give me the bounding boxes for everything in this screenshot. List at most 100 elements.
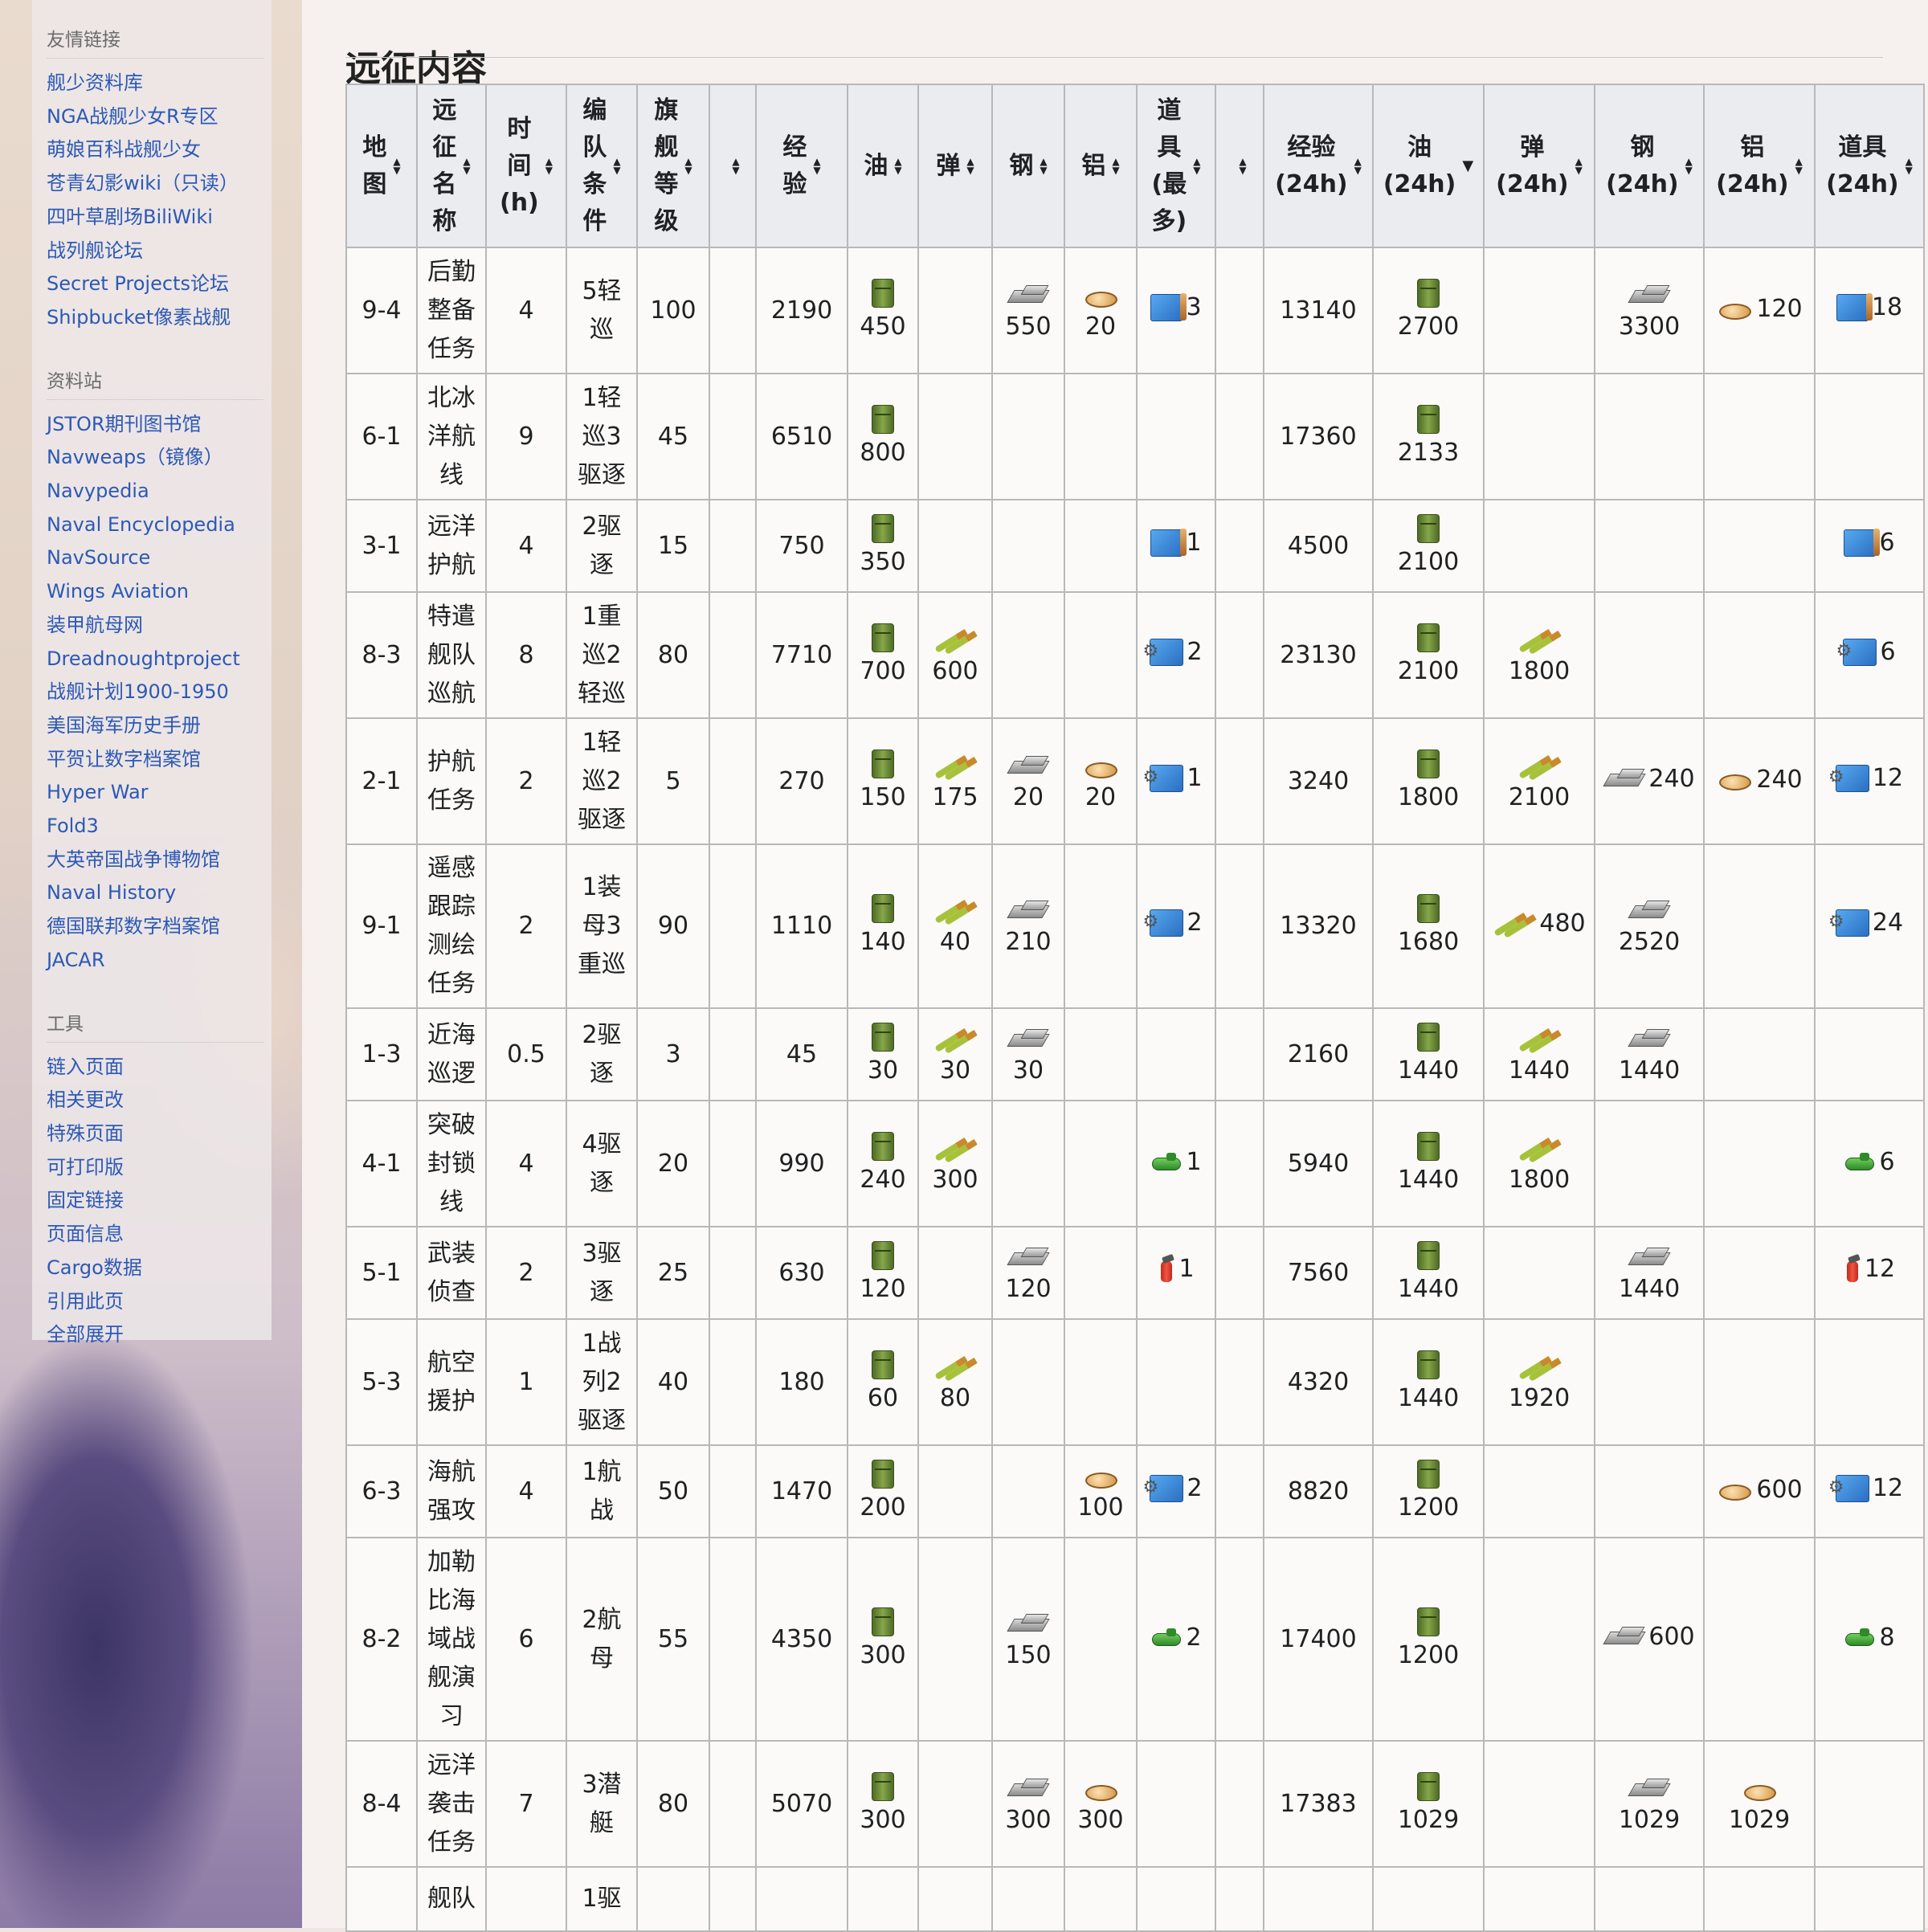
sidebar-link[interactable]: NGA战舰少女R专区 — [47, 100, 272, 134]
sort-icon[interactable]: ▲ ▼ — [545, 157, 553, 175]
sidebar-link[interactable]: JSTOR期刊图书馆 — [47, 408, 272, 442]
sidebar-link[interactable]: Fold3 — [47, 810, 272, 843]
sidebar-link[interactable]: Navweaps（镜像） — [47, 441, 272, 475]
sort-icon[interactable]: ▲ ▼ — [732, 157, 739, 175]
sidebar-link[interactable]: 战列舰论坛 — [47, 235, 272, 268]
sidebar-link[interactable]: NavSource — [47, 541, 272, 575]
column-header-label: 油 — [864, 148, 888, 185]
table-cell: 8 — [485, 591, 567, 719]
sidebar-link[interactable]: Wings Aviation — [47, 575, 272, 609]
item-count: 12 — [1872, 1473, 1904, 1502]
sidebar-link[interactable]: 链入页面 — [47, 1051, 272, 1084]
sidebar-link[interactable]: Dreadnoughtproject — [47, 643, 272, 676]
sidebar-link[interactable]: JACAR — [47, 944, 272, 978]
column-header[interactable]: 经验 (24h) ▲ ▼ — [1263, 84, 1374, 248]
column-header[interactable]: 钢 (24h) ▲ ▼ — [1594, 84, 1705, 248]
header-line: 条 — [582, 170, 607, 198]
column-header[interactable]: 道具 (最 多) ▲ ▼ — [1136, 84, 1216, 248]
table-header-row: 地图 ▲ ▼ 远征名称 ▲ ▼ 时间 (h) ▲ ▼ 编队条件 ▲ ▼ 旗舰等级 ▲ ▼ ▲ ▼ 经验 ▲ ▼ 油 ▲ ▼ 弹 ▲… — [345, 84, 1925, 248]
empty-cell — [1215, 1740, 1264, 1868]
cell-value: 100 — [650, 296, 696, 325]
sidebar-link[interactable]: 引用此页 — [47, 1285, 272, 1319]
sort-icon[interactable]: ▲ ▼ — [1575, 157, 1583, 175]
sort-icon[interactable]: ▲ ▼ — [1795, 157, 1803, 175]
resource-cell — [1064, 843, 1138, 1009]
column-header[interactable]: 时间 (h) ▲ ▼ — [485, 84, 567, 248]
sort-desc-icon[interactable]: ▼ — [1462, 158, 1473, 173]
column-header[interactable]: 钢 ▲ ▼ — [991, 84, 1065, 248]
sidebar-link[interactable]: 苍青幻影wiki（只读） — [47, 167, 272, 201]
table-cell: 7710 — [755, 591, 848, 719]
sort-icon[interactable]: ▲ ▼ — [1112, 157, 1119, 175]
column-header[interactable]: ▲ ▼ — [709, 84, 757, 248]
sidebar-link[interactable]: 大英帝国战争博物馆 — [47, 843, 272, 877]
resource-cell — [1703, 591, 1816, 719]
sort-icon[interactable]: ▲ ▼ — [1239, 157, 1246, 175]
resource-amount: 30 — [1012, 1056, 1044, 1084]
cell-value: 270 — [778, 766, 825, 795]
column-header[interactable]: 旗舰等级 ▲ ▼ — [636, 84, 710, 248]
header-line: 具 — [1157, 133, 1182, 161]
sort-icon[interactable]: ▲ ▼ — [894, 157, 901, 175]
sort-icon[interactable]: ▲ ▼ — [463, 157, 470, 175]
column-header[interactable]: 编队条件 ▲ ▼ — [566, 84, 638, 248]
column-header[interactable]: 弹 ▲ ▼ — [917, 84, 993, 248]
item-count: 2 — [1187, 637, 1203, 666]
column-header[interactable]: 铝 ▲ ▼ — [1064, 84, 1138, 248]
sidebar-link[interactable]: Shipbucket像素战舰 — [47, 301, 272, 335]
sidebar-link[interactable]: Naval History — [47, 876, 272, 910]
cell-line: 逐 — [590, 550, 614, 579]
sidebar-link[interactable]: 固定链接 — [47, 1184, 272, 1218]
sort-icon[interactable]: ▲ ▼ — [813, 157, 820, 175]
sidebar-link[interactable]: 四叶草剧场BiliWiki — [47, 201, 272, 235]
column-header[interactable]: 油 ▲ ▼ — [847, 84, 919, 248]
sidebar-link[interactable]: 可打印版 — [47, 1151, 272, 1185]
sidebar-link[interactable]: Cargo数据 — [47, 1252, 272, 1285]
column-header[interactable]: 铝 (24h) ▲ ▼ — [1703, 84, 1816, 248]
sidebar-link[interactable]: 平贺让数字档案馆 — [47, 743, 272, 777]
sort-icon[interactable]: ▲ ▼ — [1193, 157, 1200, 175]
sidebar-link[interactable]: 相关更改 — [47, 1084, 272, 1117]
sidebar-link[interactable]: 德国联邦数字档案馆 — [47, 910, 272, 944]
column-header[interactable]: 远征名称 ▲ ▼ — [416, 84, 487, 248]
column-header[interactable]: 道具 (24h) ▲ ▼ — [1814, 84, 1925, 248]
item-count: 12 — [1864, 1255, 1896, 1283]
resource-cell — [1064, 1318, 1138, 1446]
column-header[interactable]: 弹 (24h) ▲ ▼ — [1483, 84, 1595, 248]
table-cell: 5-3 — [345, 1318, 418, 1446]
resource-amount: 600 — [932, 656, 978, 685]
sidebar-link[interactable]: 萌娘百科战舰少女 — [47, 133, 272, 167]
column-header[interactable]: 经验 ▲ ▼ — [755, 84, 848, 248]
steel-icon — [1628, 1777, 1670, 1801]
item-count: 2 — [1186, 1624, 1202, 1652]
column-header[interactable]: ▲ ▼ — [1215, 84, 1264, 248]
sidebar-link[interactable]: Hyper War — [47, 776, 272, 810]
header-line: (24h) — [1496, 170, 1569, 198]
sort-icon[interactable]: ▲ ▼ — [1040, 157, 1047, 175]
sidebar-link[interactable]: 页面信息 — [47, 1218, 272, 1252]
empty-cell — [1215, 247, 1264, 374]
equipment-blueprint-icon — [1142, 638, 1184, 666]
sidebar-link[interactable]: 美国海军历史手册 — [47, 709, 272, 743]
sidebar-link[interactable]: Secret Projects论坛 — [47, 268, 272, 301]
sort-icon[interactable]: ▲ ▼ — [966, 157, 974, 175]
sidebar-link[interactable]: 装甲航母网 — [47, 609, 272, 643]
sort-icon[interactable]: ▲ ▼ — [1354, 157, 1362, 175]
sidebar-link[interactable]: Navypedia — [47, 475, 272, 509]
sidebar-link[interactable]: Naval Encyclopedia — [47, 509, 272, 542]
sidebar-link[interactable]: 舰少资料库 — [47, 67, 272, 100]
column-header[interactable]: 地图 ▲ ▼ — [345, 84, 418, 248]
sidebar-link[interactable]: 战舰计划1900-1950 — [47, 676, 272, 709]
sort-icon[interactable]: ▲ ▼ — [684, 157, 692, 175]
sort-icon[interactable]: ▲ ▼ — [1685, 157, 1693, 175]
sidebar-link[interactable]: 全部展开 — [47, 1318, 272, 1352]
sidebar-link[interactable]: 特殊页面 — [47, 1117, 272, 1151]
header-line: 油 — [1407, 133, 1432, 161]
sort-icon[interactable]: ▲ ▼ — [613, 157, 620, 175]
resource-cell: 1200 — [1372, 1444, 1485, 1538]
column-header[interactable]: 油 (24h) ▼ — [1372, 84, 1485, 248]
sort-icon[interactable]: ▲ ▼ — [393, 157, 400, 175]
cell-value: 4 — [518, 296, 534, 325]
sort-icon[interactable]: ▲ ▼ — [1906, 157, 1913, 175]
cell-line: 5轻 — [582, 276, 622, 305]
